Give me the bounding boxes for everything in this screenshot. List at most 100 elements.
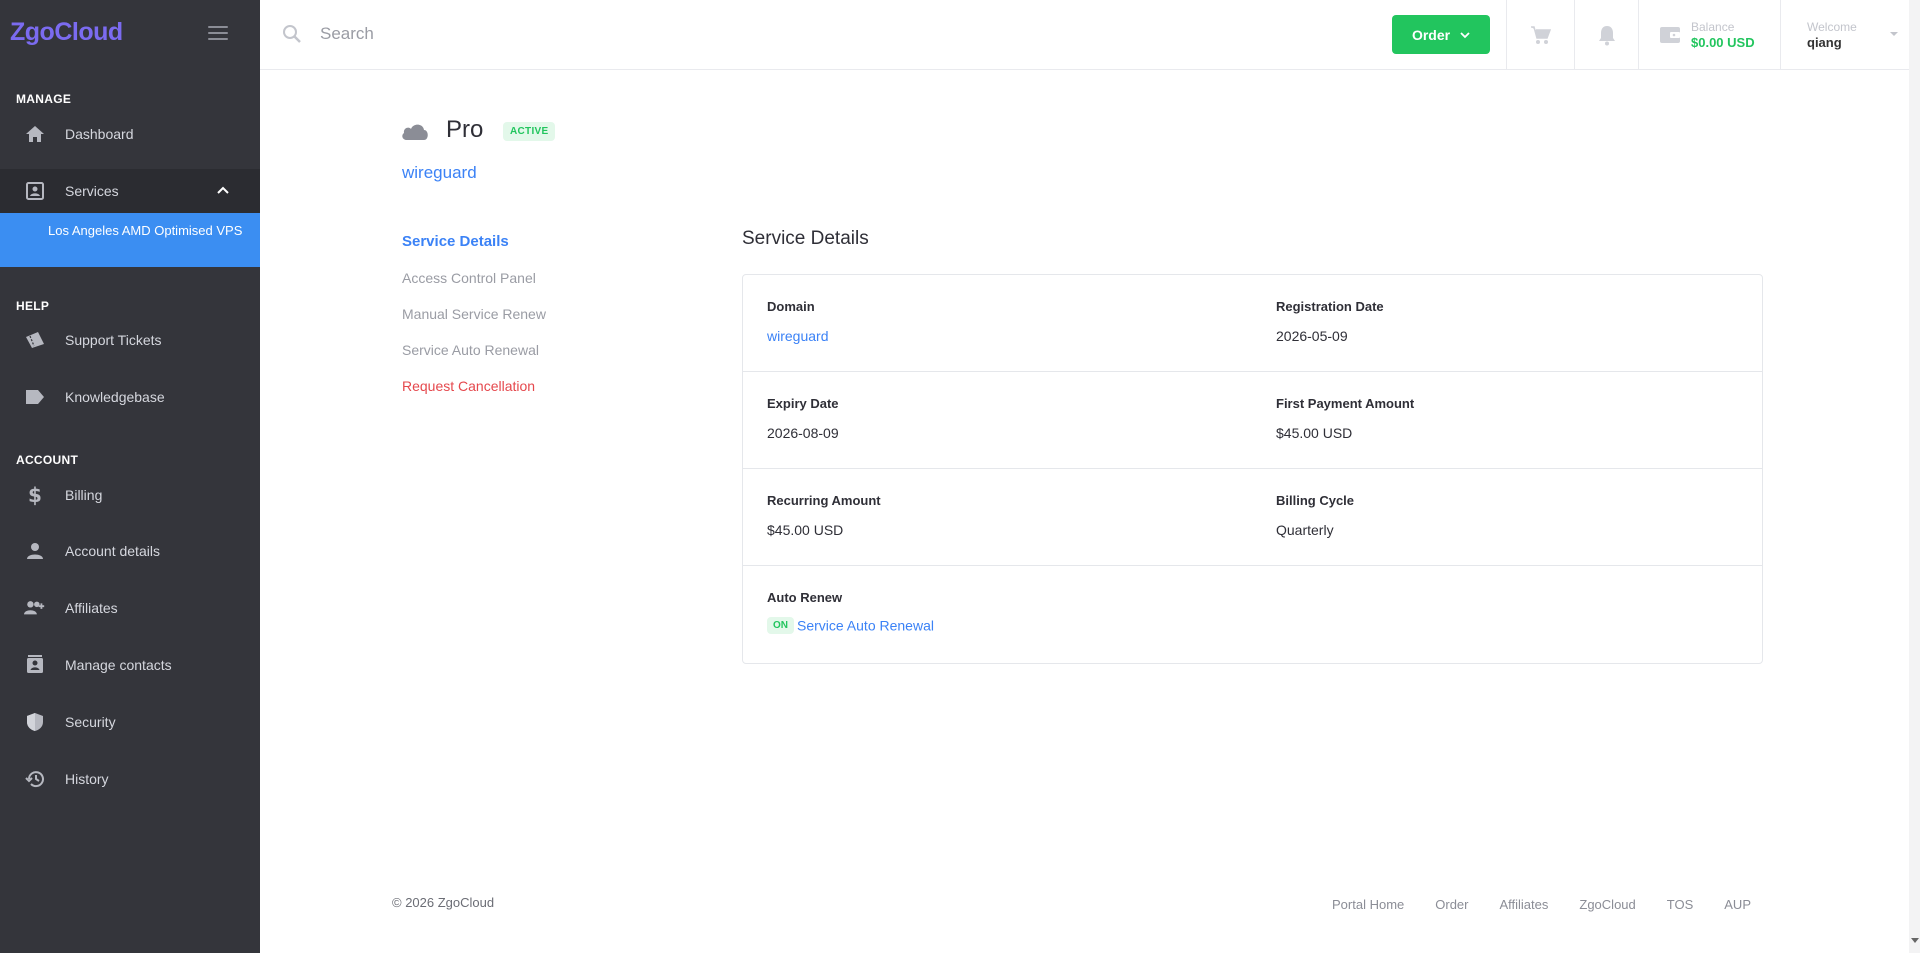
- balance-widget[interactable]: Balance $0.00 USD: [1638, 0, 1780, 70]
- bell-icon: [1598, 26, 1615, 46]
- details-row: Auto Renew ON Service Auto Renewal: [743, 566, 1762, 663]
- sidebar: ZgoCloud MANAGE Dashboard Services Los A…: [0, 0, 260, 953]
- status-badge: ACTIVE: [503, 122, 556, 141]
- billing-cycle-cell: Billing Cycle Quarterly: [1276, 469, 1756, 566]
- sidebar-item-label: Account details: [65, 543, 160, 559]
- details-row: Expiry Date 2026-08-09 First Payment Amo…: [743, 372, 1762, 469]
- hamburger-menu-icon[interactable]: [208, 26, 228, 42]
- welcome-label: Welcome: [1807, 20, 1857, 34]
- sidebar-item-dashboard[interactable]: Dashboard: [0, 112, 260, 156]
- billing-cycle-value: Quarterly: [1276, 522, 1334, 538]
- history-icon: [24, 768, 46, 790]
- auto-renew-status-badge: ON: [767, 616, 794, 634]
- registration-date-label: Registration Date: [1276, 299, 1384, 314]
- subnav-service-auto-renewal[interactable]: Service Auto Renewal: [402, 342, 602, 358]
- billing-cycle-label: Billing Cycle: [1276, 493, 1355, 508]
- user-menu[interactable]: Welcome qiang: [1780, 0, 1910, 70]
- order-button[interactable]: Order: [1392, 15, 1490, 54]
- cart-button[interactable]: [1506, 0, 1574, 70]
- domain-cell: Domain wireguard: [767, 275, 1247, 372]
- search-icon: [283, 25, 301, 43]
- sidebar-item-label: Knowledgebase: [65, 389, 165, 405]
- sidebar-item-label: Manage contacts: [65, 657, 172, 673]
- service-auto-renewal-link[interactable]: Service Auto Renewal: [797, 617, 934, 633]
- sidebar-item-label: Affiliates: [65, 600, 118, 616]
- balance-value: $0.00 USD: [1691, 35, 1755, 50]
- scroll-down-arrow-icon[interactable]: [1911, 938, 1919, 943]
- footer-link-affiliates[interactable]: Affiliates: [1499, 897, 1548, 912]
- top-header: Order Balance $0.00 USD Welcome qiang: [260, 0, 1920, 70]
- sidebar-item-label: History: [65, 771, 109, 787]
- details-row: Domain wireguard Registration Date 2026-…: [743, 275, 1762, 372]
- chevron-up-icon[interactable]: [216, 185, 230, 195]
- subnav-access-control-panel[interactable]: Access Control Panel: [402, 270, 602, 286]
- footer-link-tos[interactable]: TOS: [1667, 897, 1694, 912]
- domain-value-link[interactable]: wireguard: [767, 328, 828, 344]
- expiry-date-label: Expiry Date: [767, 396, 839, 411]
- sidebar-item-knowledgebase[interactable]: Knowledgebase: [0, 375, 260, 419]
- sidebar-item-billing[interactable]: $ Billing: [0, 473, 260, 517]
- sidebar-item-label: Security: [65, 714, 116, 730]
- notifications-button[interactable]: [1574, 0, 1638, 70]
- sidebar-item-services[interactable]: Services: [0, 169, 260, 213]
- footer-links: Portal Home Order Affiliates ZgoCloud TO…: [1332, 897, 1782, 912]
- sidebar-item-manage-contacts[interactable]: Manage contacts: [0, 643, 260, 687]
- service-details-panel: Domain wireguard Registration Date 2026-…: [742, 274, 1763, 664]
- footer-link-portal-home[interactable]: Portal Home: [1332, 897, 1404, 912]
- sidebar-subitem-los-angeles-vps[interactable]: Los Angeles AMD Optimised VPS: [0, 213, 260, 267]
- sidebar-item-affiliates[interactable]: Affiliates: [0, 586, 260, 630]
- registration-date-value: 2026-05-09: [1276, 328, 1348, 344]
- first-payment-cell: First Payment Amount $45.00 USD: [1276, 372, 1756, 469]
- contacts-icon: [24, 654, 46, 676]
- auto-renew-cell: Auto Renew ON Service Auto Renewal: [767, 566, 1247, 663]
- label-icon: [24, 386, 46, 408]
- subnav-request-cancellation[interactable]: Request Cancellation: [402, 378, 602, 394]
- sidebar-item-label: Dashboard: [65, 126, 134, 142]
- registration-date-cell: Registration Date 2026-05-09: [1276, 275, 1756, 372]
- vertical-scrollbar[interactable]: [1909, 0, 1920, 953]
- wallet-icon: [1660, 27, 1680, 43]
- service-domain-link[interactable]: wireguard: [402, 163, 477, 183]
- sidebar-subitem-label: Los Angeles AMD Optimised VPS: [48, 223, 243, 238]
- sidebar-item-security[interactable]: Security: [0, 700, 260, 744]
- sidebar-item-account-details[interactable]: Account details: [0, 529, 260, 573]
- subnav-service-details[interactable]: Service Details: [402, 233, 602, 250]
- section-title-manage: MANAGE: [16, 92, 72, 106]
- expiry-date-cell: Expiry Date 2026-08-09: [767, 372, 1247, 469]
- sidebar-item-label: Billing: [65, 487, 103, 503]
- people-add-icon: [24, 597, 46, 619]
- service-title: Pro: [446, 116, 484, 143]
- footer-link-aup[interactable]: AUP: [1724, 897, 1751, 912]
- first-payment-label: First Payment Amount: [1276, 396, 1415, 411]
- account-box-icon: [24, 180, 46, 202]
- ticket-icon: [24, 329, 46, 351]
- footer-link-zgocloud[interactable]: ZgoCloud: [1579, 897, 1635, 912]
- recurring-amount-cell: Recurring Amount $45.00 USD: [767, 469, 1247, 566]
- svg-text:$: $: [28, 484, 42, 506]
- person-icon: [24, 540, 46, 562]
- copyright-text: © 2026 ZgoCloud: [392, 895, 495, 910]
- subnav-manual-service-renew[interactable]: Manual Service Renew: [402, 306, 602, 322]
- chevron-down-icon: [1460, 31, 1470, 38]
- search-input[interactable]: [320, 18, 920, 50]
- section-title-help: HELP: [16, 299, 50, 313]
- shield-icon: [24, 711, 46, 733]
- auto-renew-label: Auto Renew: [767, 590, 843, 605]
- cloud-icon: [402, 124, 428, 140]
- sidebar-item-history[interactable]: History: [0, 757, 260, 801]
- first-payment-value: $45.00 USD: [1276, 425, 1353, 441]
- sidebar-item-support-tickets[interactable]: Support Tickets: [0, 318, 260, 362]
- recurring-amount-label: Recurring Amount: [767, 493, 881, 508]
- balance-label: Balance: [1691, 20, 1735, 34]
- footer-link-order[interactable]: Order: [1435, 897, 1468, 912]
- brand-logo[interactable]: ZgoCloud: [10, 18, 123, 47]
- panel-title: Service Details: [742, 228, 869, 249]
- recurring-amount-value: $45.00 USD: [767, 522, 844, 538]
- sidebar-item-label: Support Tickets: [65, 332, 162, 348]
- domain-label: Domain: [767, 299, 815, 314]
- order-button-label: Order: [1411, 26, 1451, 43]
- home-icon: [24, 123, 46, 145]
- expiry-date-value: 2026-08-09: [767, 425, 839, 441]
- details-row: Recurring Amount $45.00 USD Billing Cycl…: [743, 469, 1762, 566]
- chevron-down-icon: [1890, 32, 1898, 36]
